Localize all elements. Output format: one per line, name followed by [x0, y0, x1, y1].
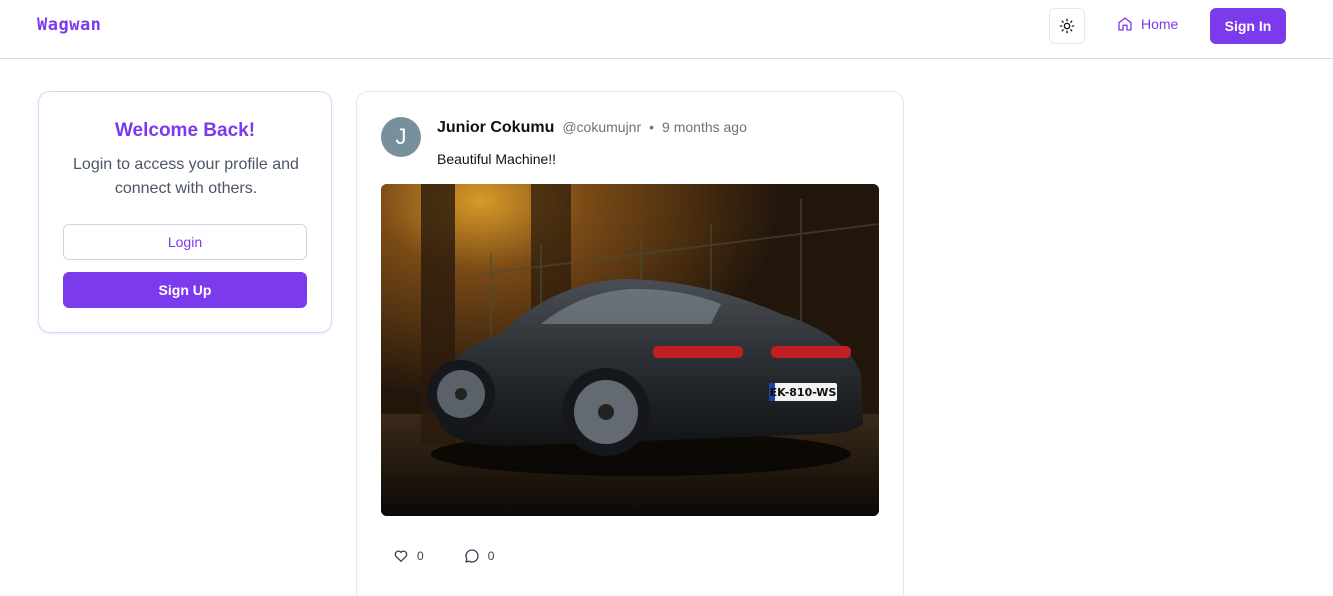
post-actions: 0 0 — [393, 548, 494, 564]
comment-count: 0 — [487, 549, 495, 563]
comment-icon — [465, 549, 479, 563]
login-button[interactable]: Login — [63, 224, 307, 260]
like-count: 0 — [417, 549, 424, 563]
home-icon — [1118, 17, 1132, 31]
post-timestamp: 9 months ago — [662, 119, 747, 135]
site-logo[interactable]: Wagwan — [37, 15, 101, 35]
welcome-subtitle: Login to access your profile and connect… — [73, 156, 299, 197]
welcome-card: Welcome Back! Login to access your profi… — [38, 91, 332, 333]
separator-dot: • — [649, 119, 655, 135]
home-label: Home — [1141, 16, 1179, 32]
heart-icon — [394, 550, 408, 562]
author-name[interactable]: Junior Cokumu — [437, 119, 554, 137]
post-image[interactable]: EK-810-WS — [381, 184, 879, 516]
welcome-title: Welcome Back! — [114, 120, 256, 141]
like-button[interactable]: 0 — [393, 548, 424, 564]
top-navbar: Wagwan Home Sign In — [0, 0, 1333, 59]
author-handle[interactable]: @cokumujnr — [562, 119, 641, 135]
home-nav-link[interactable]: Home — [1117, 16, 1178, 32]
sun-icon — [1059, 18, 1075, 34]
theme-toggle-button[interactable] — [1049, 8, 1085, 44]
post-header: Junior Cokumu @cokumujnr • 9 months ago — [437, 119, 747, 137]
avatar[interactable]: J — [381, 117, 421, 157]
post-card: J Junior Cokumu @cokumujnr • 9 months ag… — [356, 91, 904, 596]
comment-button[interactable]: 0 — [464, 548, 495, 564]
license-plate: EK-810-WS — [770, 386, 837, 399]
sign-in-button[interactable]: Sign In — [1210, 8, 1286, 44]
sign-up-button[interactable]: Sign Up — [63, 272, 307, 308]
post-text: Beautiful Machine!! — [437, 151, 557, 167]
car-photo: EK-810-WS — [381, 184, 879, 516]
